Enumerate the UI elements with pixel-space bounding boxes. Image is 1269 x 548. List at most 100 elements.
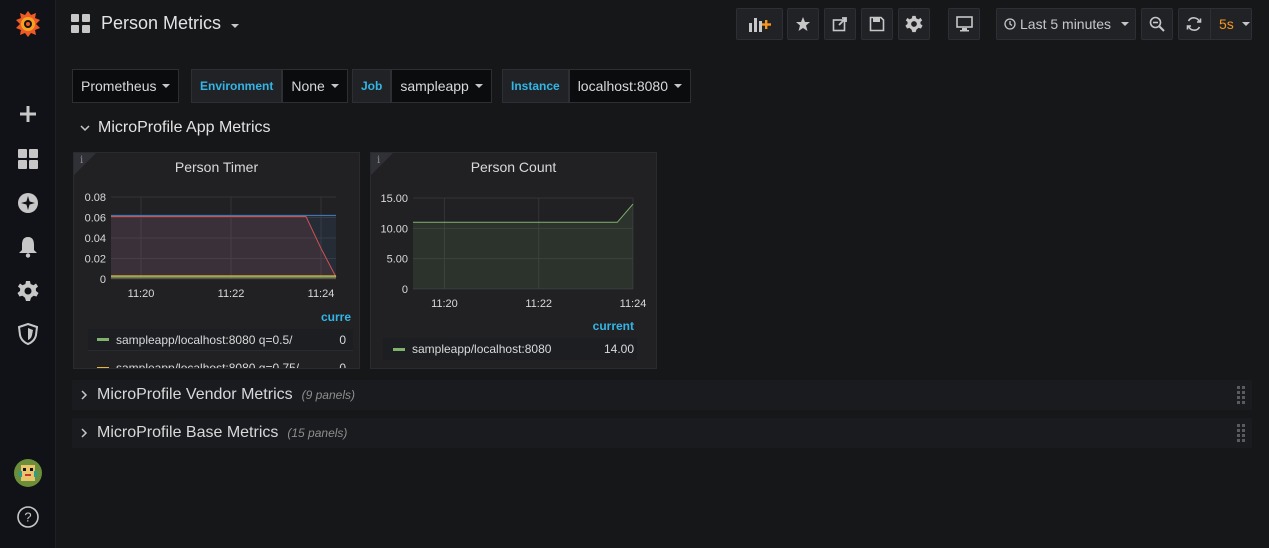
x-tick-label: 11:22 bbox=[525, 298, 552, 310]
x-tick-label: 11:22 bbox=[218, 288, 245, 300]
x-tick-label: 11:20 bbox=[128, 288, 155, 300]
grafana-logo-icon[interactable] bbox=[0, 2, 56, 46]
dashboard-grid-icon bbox=[71, 13, 90, 33]
y-tick-label: 10.00 bbox=[380, 223, 408, 235]
alerting-bell-icon[interactable] bbox=[0, 225, 56, 269]
row-title: MicroProfile App Metrics bbox=[98, 119, 271, 136]
legend-series-current: 14.00 bbox=[603, 342, 634, 356]
drag-handle-icon[interactable] bbox=[1236, 385, 1246, 405]
chevron-down-icon bbox=[162, 84, 171, 88]
dashboard-title: Person Metrics bbox=[101, 13, 222, 33]
row-vendor-metrics[interactable]: MicroProfile Vendor Metrics (9 panels) bbox=[72, 380, 1252, 410]
chevron-right-icon bbox=[81, 428, 88, 438]
share-icon bbox=[832, 17, 847, 32]
server-admin-shield-icon[interactable] bbox=[0, 312, 56, 356]
monitor-icon bbox=[955, 16, 973, 32]
environment-variable[interactable]: Environment None bbox=[191, 69, 348, 103]
row-base-metrics[interactable]: MicroProfile Base Metrics (15 panels) bbox=[72, 418, 1252, 448]
person-timer-chart: 0 0.02 0.04 0.06 0.08 11:20 11:22 11:24 bbox=[85, 192, 337, 300]
instance-select[interactable]: localhost:8080 bbox=[568, 69, 691, 103]
panel-person-timer[interactable]: i Person Timer 0 0.02 0.04 0.06 0.08 11:20 11:… bbox=[73, 152, 360, 369]
x-tick-label: 11:24 bbox=[308, 288, 335, 300]
y-tick-label: 0.04 bbox=[85, 233, 106, 245]
refresh-interval: 5s bbox=[1219, 16, 1234, 32]
explore-compass-icon[interactable] bbox=[0, 181, 56, 225]
refresh-picker[interactable]: 5s bbox=[1178, 8, 1252, 40]
row-title: MicroProfile Base Metrics bbox=[97, 424, 279, 441]
legend-series-name: sampleapp/localhost:8080 q=0.5/ bbox=[116, 332, 293, 347]
job-label: Job bbox=[352, 69, 392, 103]
series-line bbox=[413, 203, 634, 223]
clock-icon bbox=[1004, 18, 1016, 30]
row-panel-count: (9 panels) bbox=[301, 388, 355, 402]
add-panel-button[interactable] bbox=[736, 8, 783, 40]
user-avatar[interactable] bbox=[0, 451, 56, 495]
view-mode-button[interactable] bbox=[948, 8, 980, 40]
svg-text:?: ? bbox=[24, 510, 31, 525]
x-tick-label: 11:24 bbox=[620, 298, 647, 310]
help-icon[interactable]: ? bbox=[0, 495, 56, 539]
y-tick-label: 0.02 bbox=[85, 254, 106, 266]
legend-item[interactable]: sampleapp/localhost:8080 q=0.5/ 0 bbox=[88, 329, 353, 351]
chevron-down-icon bbox=[474, 84, 483, 88]
zoom-out-button[interactable] bbox=[1141, 8, 1173, 40]
environment-select[interactable]: None bbox=[282, 69, 348, 103]
y-tick-label: 15.00 bbox=[380, 193, 408, 205]
create-plus-icon[interactable] bbox=[0, 92, 56, 136]
share-button[interactable] bbox=[824, 8, 856, 40]
chevron-down-icon bbox=[1241, 22, 1250, 26]
series-area bbox=[413, 204, 633, 289]
x-tick-label: 11:20 bbox=[431, 298, 458, 310]
legend-series-name: sampleapp/localhost:8080 bbox=[412, 342, 552, 356]
y-tick-label: 5.00 bbox=[387, 254, 408, 266]
person-count-chart: 0 5.00 10.00 15.00 11:20 11:22 11:24 bbox=[380, 193, 647, 310]
environment-label: Environment bbox=[191, 69, 283, 103]
environment-value: None bbox=[291, 78, 325, 94]
y-tick-label: 0.08 bbox=[85, 192, 106, 204]
time-range-picker[interactable]: Last 5 minutes bbox=[996, 8, 1136, 40]
chevron-down-icon bbox=[330, 84, 339, 88]
settings-button[interactable] bbox=[898, 8, 930, 40]
y-tick-label: 0.06 bbox=[85, 213, 106, 225]
dashboard-title-picker[interactable]: Person Metrics bbox=[71, 13, 240, 34]
save-button[interactable] bbox=[861, 8, 893, 40]
star-icon bbox=[796, 17, 810, 31]
series-swatch bbox=[97, 338, 109, 341]
star-button[interactable] bbox=[787, 8, 819, 40]
legend-item[interactable]: sampleapp/localhost:8080 14.00 bbox=[383, 338, 637, 360]
chevron-down-icon bbox=[673, 84, 682, 88]
row-app-metrics[interactable]: MicroProfile App Metrics bbox=[80, 119, 271, 137]
dashboards-icon[interactable] bbox=[0, 137, 56, 181]
legend-item[interactable]: sampleapp/localhost:8080 q=0.75/ 0 bbox=[88, 357, 353, 369]
instance-variable[interactable]: Instance localhost:8080 bbox=[502, 69, 691, 103]
y-tick-label: 0 bbox=[100, 274, 106, 286]
panel-person-count[interactable]: i Person Count 0 5.00 10.00 15.00 11:20 11:22… bbox=[370, 152, 657, 369]
chevron-down-icon bbox=[80, 125, 90, 132]
legend-header-current: curre bbox=[320, 310, 351, 324]
series-area bbox=[111, 215, 336, 279]
drag-handle-icon[interactable] bbox=[1236, 423, 1246, 443]
series-swatch bbox=[97, 366, 109, 368]
chevron-down-icon bbox=[231, 23, 240, 28]
instance-value: localhost:8080 bbox=[577, 78, 668, 94]
refresh-icon[interactable] bbox=[1186, 16, 1202, 32]
instance-label: Instance bbox=[502, 69, 569, 103]
datasource-variable[interactable]: Prometheus bbox=[72, 69, 180, 103]
y-tick-label: 0 bbox=[402, 284, 408, 296]
datasource-select[interactable]: Prometheus bbox=[72, 69, 180, 103]
legend-series-current: 0 bbox=[339, 332, 346, 347]
gear-icon bbox=[905, 15, 923, 33]
save-icon bbox=[869, 16, 885, 32]
legend-series-current: 0 bbox=[339, 361, 346, 369]
job-select[interactable]: sampleapp bbox=[391, 69, 492, 103]
zoom-out-icon bbox=[1149, 16, 1165, 32]
legend-header-current: current bbox=[592, 319, 634, 333]
chevron-right-icon bbox=[81, 390, 88, 400]
dashboard-navbar: Person Metrics Last 5 minutes 5s bbox=[56, 0, 1269, 52]
row-title: MicroProfile Vendor Metrics bbox=[97, 386, 293, 403]
time-range-label: Last 5 minutes bbox=[1020, 16, 1112, 32]
configuration-gear-icon[interactable] bbox=[0, 269, 56, 313]
row-panel-count: (15 panels) bbox=[287, 426, 348, 440]
series-swatch bbox=[393, 347, 405, 351]
job-variable[interactable]: Job sampleapp bbox=[352, 69, 492, 103]
